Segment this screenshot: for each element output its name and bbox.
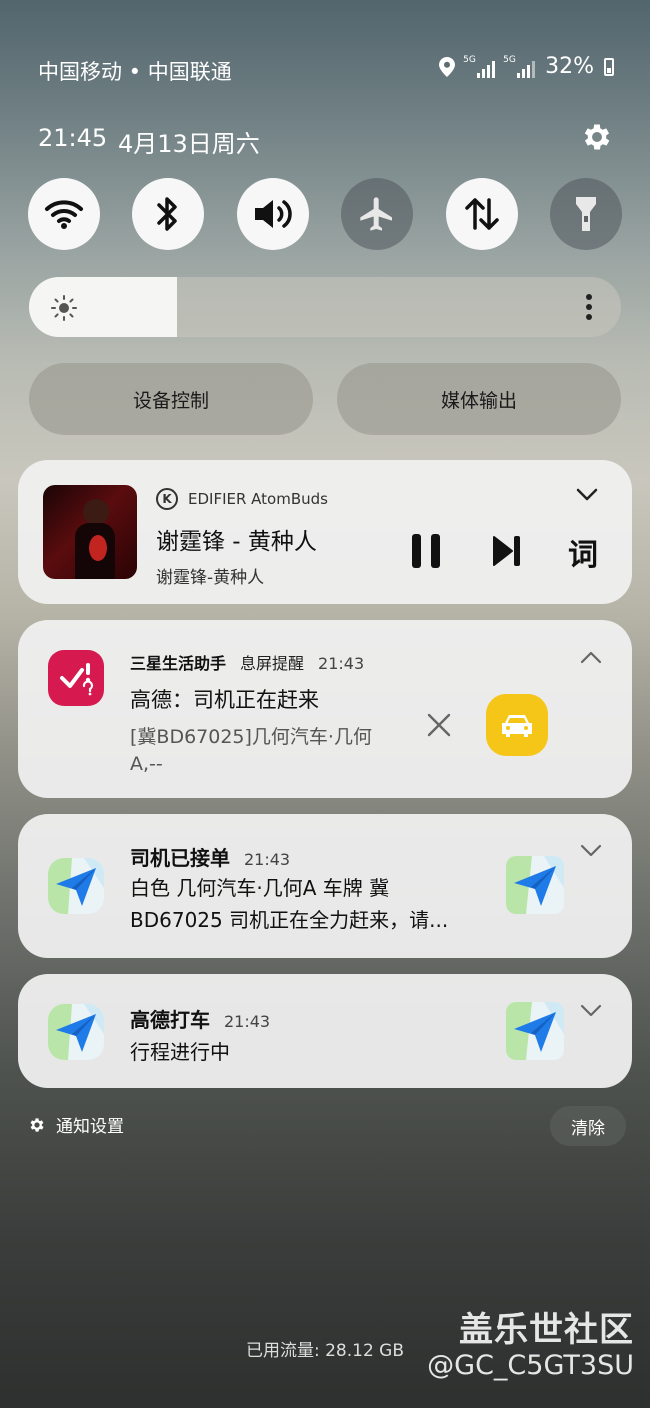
clock: 21:45 — [38, 124, 108, 152]
pause-button[interactable] — [410, 532, 442, 570]
media-player-card[interactable]: K EDIFIER AtomBuds 谢霆锋 - 黄种人 谢霆锋-黄种人 词 — [18, 460, 632, 604]
airplane-toggle[interactable] — [341, 178, 414, 250]
wifi-toggle[interactable] — [28, 178, 100, 250]
lyrics-button[interactable]: 词 — [568, 530, 598, 574]
notification-time: 21:43 — [244, 850, 291, 869]
album-art — [43, 485, 137, 579]
notification-header: 司机已接单 21:43 — [130, 842, 290, 871]
carrier-label: 中国移动 • 中国联通 — [38, 60, 232, 84]
notification-settings-link[interactable]: 通知设置 — [28, 1112, 124, 1137]
gear-icon — [30, 1117, 44, 1132]
signal-icon: 5G — [503, 55, 536, 78]
bluetooth-icon — [157, 197, 178, 231]
next-track-button[interactable] — [492, 534, 522, 568]
open-ride-button[interactable] — [486, 694, 548, 756]
amap-thumbnail — [506, 856, 564, 914]
notification-settings-label: 通知设置 — [56, 1117, 124, 1137]
quick-toggles — [28, 178, 622, 250]
notification-card[interactable]: 三星生活助手 息屏提醒 21:43 高德：司机正在赶来 [冀BD67025]几何… — [18, 620, 632, 798]
media-source-label: EDIFIER AtomBuds — [188, 490, 328, 508]
sound-toggle[interactable] — [236, 178, 309, 250]
settings-gear-icon[interactable] — [580, 120, 614, 154]
battery-percent: 32% — [545, 54, 594, 79]
notification-header: 高德打车 21:43 — [130, 1004, 270, 1033]
brightness-slider[interactable] — [29, 277, 621, 337]
chevron-up-icon[interactable] — [580, 650, 602, 664]
watermark-handle: @GC_C5GT3SU — [427, 1350, 634, 1381]
location-icon — [439, 56, 456, 77]
device-control-button[interactable]: 设备控制 — [29, 363, 313, 435]
notification-body: [冀BD67025]几何汽车·几何A,-- — [130, 726, 372, 775]
clear-button[interactable]: 清除 — [550, 1106, 626, 1146]
wifi-icon — [45, 200, 83, 229]
notification-channel: 息屏提醒 — [240, 654, 305, 673]
notification-app-name: 三星生活助手 — [130, 654, 227, 673]
date[interactable]: 4月13日周六 — [118, 124, 260, 159]
data-transfer-icon — [464, 198, 499, 230]
notification-header: 三星生活助手 息屏提醒 21:43 — [130, 650, 364, 674]
chevron-down-icon[interactable] — [580, 844, 602, 858]
notification-title: 高德：司机正在赶来 — [130, 688, 319, 712]
media-subtitle: 谢霆锋-黄种人 — [156, 568, 265, 588]
close-icon[interactable] — [426, 712, 452, 738]
car-icon — [502, 715, 532, 737]
notification-card[interactable]: 司机已接单 21:43 白色 几何汽车·几何A 车牌 冀BD67025 司机正在… — [18, 814, 632, 958]
notification-time: 21:43 — [318, 654, 365, 673]
notification-time: 21:43 — [224, 1012, 271, 1031]
notification-body: 行程进行中 — [130, 1040, 230, 1064]
media-title: 谢霆锋 - 黄种人 — [156, 529, 317, 555]
signal-icon: 5G — [463, 55, 496, 78]
airplane-icon — [360, 197, 393, 231]
samsung-life-assistant-icon — [48, 650, 104, 706]
bluetooth-toggle[interactable] — [132, 178, 205, 250]
more-options-icon[interactable] — [585, 293, 593, 321]
notification-body: 白色 几何汽车·几何A 车牌 冀BD67025 司机正在全力赶来，请... — [130, 876, 449, 932]
amap-icon — [48, 858, 104, 914]
chevron-down-icon[interactable] — [576, 488, 598, 502]
mobile-data-toggle[interactable] — [445, 178, 518, 250]
notification-card[interactable]: 高德打车 21:43 行程进行中 — [18, 974, 632, 1088]
volume-icon — [254, 200, 292, 228]
amap-icon — [48, 1004, 104, 1060]
flashlight-toggle[interactable] — [549, 178, 622, 250]
edifier-logo-icon: K — [156, 488, 178, 510]
flashlight-icon — [575, 197, 596, 231]
battery-icon — [604, 57, 614, 76]
status-icons: 5G 5G 32% — [439, 54, 614, 79]
chevron-down-icon[interactable] — [580, 1004, 602, 1018]
media-output-button[interactable]: 媒体输出 — [337, 363, 621, 435]
brightness-sun-icon — [51, 295, 77, 321]
notification-title: 高德打车 — [130, 1008, 210, 1032]
media-source: K EDIFIER AtomBuds — [156, 488, 328, 510]
amap-thumbnail — [506, 1002, 564, 1060]
notification-title: 司机已接单 — [130, 846, 230, 870]
